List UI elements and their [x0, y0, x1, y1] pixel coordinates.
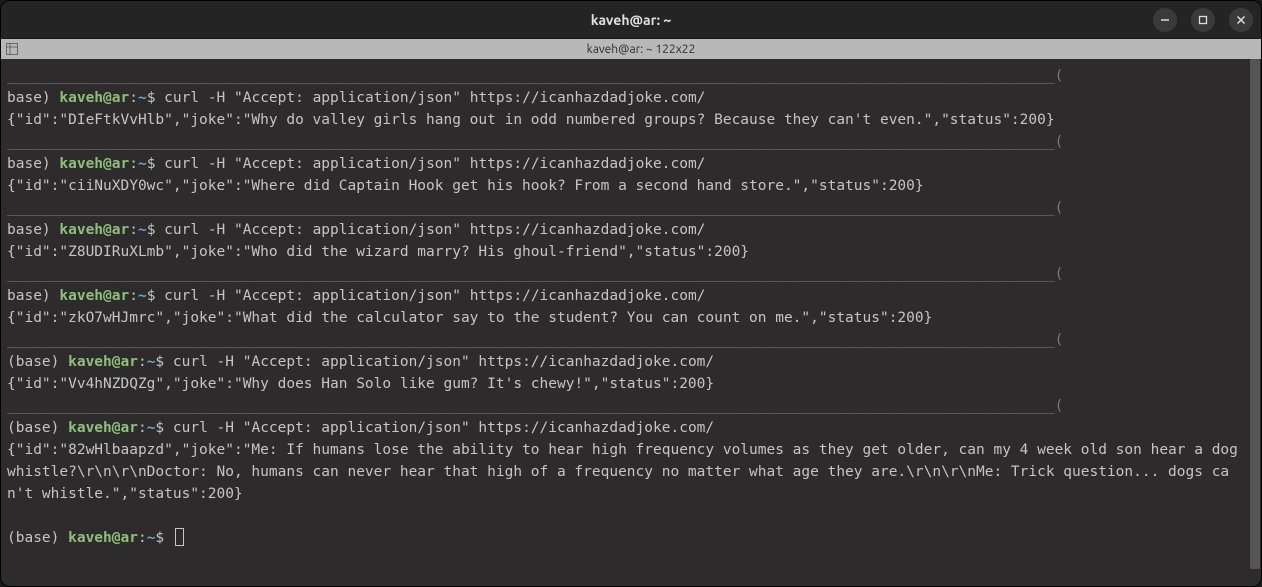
separator-line: ________________________________________…: [7, 263, 1243, 285]
minimize-icon: [1160, 15, 1170, 25]
command-text: curl -H "Accept: application/json" https…: [164, 156, 705, 172]
prompt-line: (base) kaveh@ar:~$ curl -H "Accept: appl…: [7, 417, 1243, 439]
terminal-output[interactable]: ________________________________________…: [1, 59, 1249, 586]
close-icon: [1236, 15, 1246, 25]
prompt-line: (base) kaveh@ar:~$ curl -H "Accept: appl…: [7, 351, 1243, 373]
separator-line: ________________________________________…: [7, 197, 1243, 219]
window-title: kaveh@ar: ~: [1, 12, 1261, 28]
scroll-thumb[interactable]: [1250, 59, 1260, 569]
separator-line: ________________________________________…: [7, 329, 1243, 351]
scrollbar[interactable]: [1249, 59, 1261, 586]
tab-bar: kaveh@ar: ~ 122x22: [1, 39, 1261, 59]
prompt-line: base) kaveh@ar:~$ curl -H "Accept: appli…: [7, 87, 1243, 109]
window-controls: [1153, 8, 1253, 32]
terminal-container: ________________________________________…: [1, 59, 1261, 586]
output-line: {"id":"ciiNuXDY0wc","joke":"Where did Ca…: [7, 175, 1243, 197]
prompt-line: base) kaveh@ar:~$ curl -H "Accept: appli…: [7, 219, 1243, 241]
terminal-window: kaveh@ar: ~ kaveh@ar: ~ 122x22 _________…: [0, 0, 1262, 587]
maximize-icon: [1198, 15, 1208, 25]
tab-label[interactable]: kaveh@ar: ~ 122x22: [21, 43, 1261, 56]
maximize-button[interactable]: [1191, 8, 1215, 32]
command-text: curl -H "Accept: application/json" https…: [173, 420, 714, 436]
prompt-line: (base) kaveh@ar:~$: [7, 527, 1243, 549]
minimize-button[interactable]: [1153, 8, 1177, 32]
command-text: curl -H "Accept: application/json" https…: [164, 90, 705, 106]
titlebar: kaveh@ar: ~: [1, 1, 1261, 39]
separator-line: ________________________________________…: [7, 395, 1243, 417]
output-line: {"id":"DIeFtkVvHlb","joke":"Why do valle…: [7, 109, 1243, 131]
output-line: {"id":"Z8UDIRuXLmb","joke":"Who did the …: [7, 241, 1243, 263]
output-line: {"id":"82wHlbaapzd","joke":"Me: If human…: [7, 439, 1243, 505]
output-line: {"id":"Vv4hNZDQZg","joke":"Why does Han …: [7, 373, 1243, 395]
blank-line: [7, 505, 1243, 527]
prompt-line: base) kaveh@ar:~$ curl -H "Accept: appli…: [7, 153, 1243, 175]
cursor: [175, 528, 184, 546]
close-button[interactable]: [1229, 8, 1253, 32]
command-text: curl -H "Accept: application/json" https…: [164, 222, 705, 238]
output-line: {"id":"zkO7wHJmrc","joke":"What did the …: [7, 307, 1243, 329]
prompt-line: base) kaveh@ar:~$ curl -H "Accept: appli…: [7, 285, 1243, 307]
command-text: curl -H "Accept: application/json" https…: [164, 288, 705, 304]
separator-line: ________________________________________…: [7, 65, 1243, 87]
command-text: curl -H "Accept: application/json" https…: [173, 354, 714, 370]
new-tab-icon[interactable]: [3, 40, 21, 58]
separator-line: ________________________________________…: [7, 131, 1243, 153]
